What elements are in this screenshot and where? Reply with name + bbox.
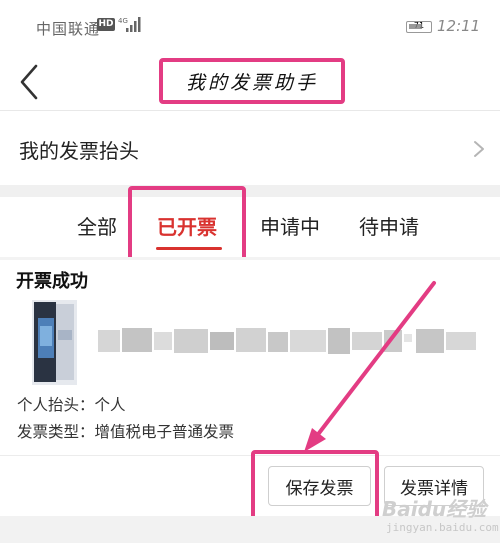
battery-icon: 71 xyxy=(406,21,432,33)
invoice-status: 开票成功 xyxy=(16,271,88,292)
tab-all[interactable]: 全部 xyxy=(77,211,117,240)
product-name-blurred xyxy=(98,326,483,356)
clock: 12:11 xyxy=(437,17,481,35)
signal-icon: 4G xyxy=(118,16,142,38)
invoice-title-row[interactable]: 我的发票抬头 xyxy=(0,111,500,185)
battery-text: 71 xyxy=(413,21,425,30)
section-gap xyxy=(0,185,500,197)
invoice-card[interactable]: 开票成功 个人抬头：个人 发票类型：增值税电子普通发票 xyxy=(0,260,500,455)
invoice-type: 发票类型：增值税电子普通发票 xyxy=(17,423,235,441)
status-bar: 中国联通 HD 4G 71 12:11 xyxy=(0,0,500,56)
page-title: 我的发票助手 xyxy=(185,71,318,94)
invoice-tabs: 全部 已开票 申请中 待申请 xyxy=(0,197,500,257)
product-thumbnail xyxy=(32,300,77,385)
tab-applying[interactable]: 申请中 xyxy=(260,211,320,240)
navigation-header: 我的发票助手 xyxy=(0,56,500,112)
tab-pending[interactable]: 待申请 xyxy=(359,211,419,240)
chevron-left-icon xyxy=(20,64,38,100)
title-annotation-box: 我的发票助手 xyxy=(159,58,345,104)
hd-badge: HD xyxy=(97,18,115,31)
invoice-title-label: 我的发票抬头 xyxy=(19,139,139,163)
carrier-name: 中国联通 xyxy=(36,20,101,38)
save-annotation-box xyxy=(251,450,379,523)
watermark-url: jingyan.baidu.com xyxy=(386,521,499,534)
network-type-label: 4G xyxy=(118,17,128,25)
back-button[interactable] xyxy=(14,62,50,102)
chevron-right-icon xyxy=(468,137,488,161)
watermark-brand: Baidu经验 xyxy=(382,497,489,521)
invoice-holder: 个人抬头：个人 xyxy=(17,396,126,414)
